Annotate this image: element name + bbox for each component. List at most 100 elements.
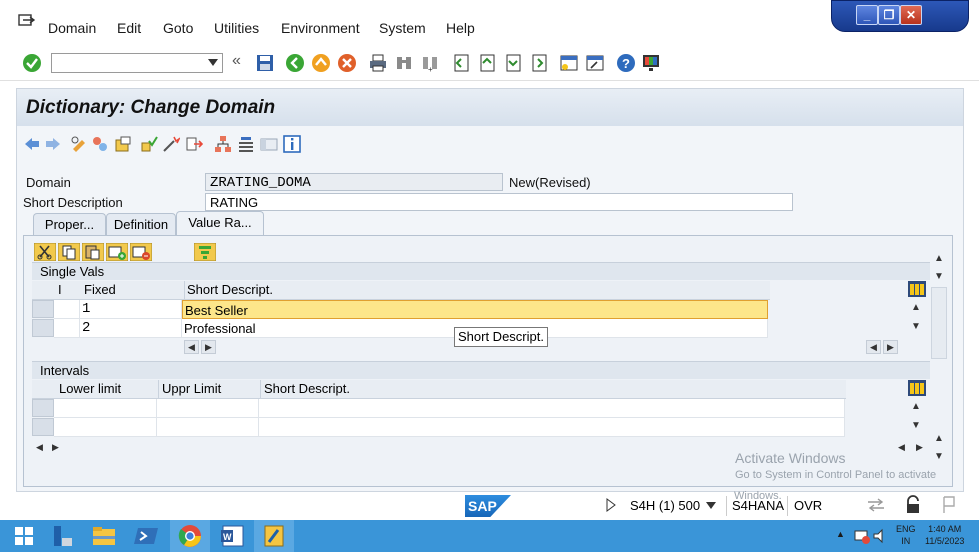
help-icon[interactable]: ?: [616, 53, 636, 73]
fixed-value-cell[interactable]: 1: [80, 300, 182, 319]
shortcut-icon[interactable]: [585, 53, 605, 73]
sap-menu-icon[interactable]: [18, 14, 36, 30]
indicator-cell[interactable]: [54, 319, 80, 338]
other-object-icon[interactable]: [114, 135, 132, 153]
lower-limit-cell[interactable]: [54, 418, 157, 437]
scroll-down-icon[interactable]: ▼: [931, 270, 947, 284]
chevron-down-icon[interactable]: [706, 502, 716, 510]
scroll-down-icon[interactable]: ▼: [931, 450, 947, 464]
screen-layout-icon[interactable]: [260, 135, 278, 153]
minimize-button[interactable]: _: [856, 5, 878, 25]
menu-domain[interactable]: Domain: [48, 20, 96, 36]
vertical-scrollbar[interactable]: [931, 287, 947, 359]
print-icon[interactable]: [368, 53, 388, 73]
scroll-down-icon[interactable]: ▼: [908, 419, 924, 433]
lower-limit-cell[interactable]: [54, 399, 157, 418]
interval-description-cell[interactable]: [259, 418, 845, 437]
info-icon[interactable]: [283, 135, 301, 153]
scroll-up-icon[interactable]: ▲: [931, 432, 947, 446]
sap-logon-icon[interactable]: [256, 522, 292, 550]
delete-row-icon[interactable]: [130, 243, 152, 261]
menu-utilities[interactable]: Utilities: [214, 20, 259, 36]
clock[interactable]: 1:40 AM 11/5/2023: [925, 523, 964, 547]
tab-definition[interactable]: Definition: [106, 213, 176, 236]
next-page-icon[interactable]: [503, 53, 523, 73]
find-icon[interactable]: [394, 53, 414, 73]
paste-icon[interactable]: [82, 243, 104, 261]
collapse-icon[interactable]: «: [232, 52, 241, 70]
scroll-right-icon[interactable]: ▶: [48, 441, 63, 455]
chrome-icon[interactable]: [172, 522, 208, 550]
word-icon[interactable]: W: [214, 522, 250, 550]
menu-system[interactable]: System: [379, 20, 426, 36]
tab-properties[interactable]: Proper...: [33, 213, 106, 236]
tab-value-range[interactable]: Value Ra...: [176, 211, 264, 237]
scroll-up-icon[interactable]: ▲: [931, 252, 947, 266]
upper-limit-cell[interactable]: [157, 399, 259, 418]
hierarchy-icon[interactable]: [214, 135, 232, 153]
menu-goto[interactable]: Goto: [163, 20, 193, 36]
network-warning-icon[interactable]: [854, 528, 870, 544]
row-selector[interactable]: [32, 418, 54, 436]
exit-icon[interactable]: [311, 53, 331, 73]
cut-icon[interactable]: [34, 243, 56, 261]
back-arrow-icon[interactable]: [23, 135, 41, 153]
last-page-icon[interactable]: [529, 53, 549, 73]
chevron-down-icon[interactable]: [208, 59, 218, 67]
row-selector[interactable]: [32, 399, 54, 417]
customize-layout-icon[interactable]: [641, 53, 661, 73]
check-object-icon[interactable]: [140, 135, 158, 153]
activate-icon[interactable]: [162, 135, 180, 153]
enter-check-icon[interactable]: [22, 53, 42, 73]
pin-icon[interactable]: [940, 495, 958, 515]
upper-limit-cell[interactable]: [157, 418, 259, 437]
find-next-icon[interactable]: +: [420, 53, 440, 73]
forward-arrow-icon[interactable]: [44, 135, 62, 153]
active-inactive-icon[interactable]: [91, 135, 109, 153]
windows-start-icon[interactable]: [6, 522, 42, 550]
transfer-icon[interactable]: [866, 497, 886, 513]
tray-chevron-up-icon[interactable]: ▲: [836, 529, 845, 539]
row-selector[interactable]: [32, 300, 54, 318]
restore-button[interactable]: ❐: [878, 5, 900, 25]
language-indicator[interactable]: ENG IN: [896, 523, 916, 547]
insert-row-icon[interactable]: [106, 243, 128, 261]
powershell-icon[interactable]: [128, 522, 164, 550]
scroll-down-icon[interactable]: ▼: [908, 320, 924, 334]
interval-description-cell[interactable]: [259, 399, 845, 418]
copy-icon[interactable]: [58, 243, 80, 261]
menu-environment[interactable]: Environment: [281, 20, 360, 36]
scroll-left-icon[interactable]: ◀: [32, 441, 47, 455]
description-cell-active[interactable]: Best Seller: [182, 300, 768, 319]
table-settings-icon[interactable]: [908, 281, 926, 297]
row-selector[interactable]: [32, 319, 54, 337]
previous-page-icon[interactable]: [477, 53, 497, 73]
file-explorer-icon[interactable]: [86, 522, 122, 550]
scroll-up-icon[interactable]: ▲: [908, 301, 924, 315]
scroll-right-icon[interactable]: ▶: [201, 340, 216, 354]
first-page-icon[interactable]: [451, 53, 471, 73]
menu-help[interactable]: Help: [446, 20, 475, 36]
scroll-up-icon[interactable]: ▲: [908, 400, 924, 414]
scroll-left-icon[interactable]: ◀: [184, 340, 199, 354]
fixed-value-cell[interactable]: 2: [80, 319, 182, 338]
display-change-icon[interactable]: [70, 135, 88, 153]
scroll-left-icon[interactable]: ◀: [894, 441, 909, 455]
close-button[interactable]: ✕: [900, 5, 922, 25]
menu-edit[interactable]: Edit: [117, 20, 141, 36]
lock-icon[interactable]: [904, 495, 922, 515]
expand-status-icon[interactable]: [606, 498, 616, 512]
server-manager-icon[interactable]: [44, 522, 80, 550]
where-used-icon[interactable]: [185, 135, 203, 153]
back-icon[interactable]: [285, 53, 305, 73]
save-icon[interactable]: [255, 53, 275, 73]
cancel-icon[interactable]: [337, 53, 357, 73]
fixed-values-icon[interactable]: [194, 243, 216, 261]
table-settings-icon[interactable]: [908, 380, 926, 396]
scroll-right-icon[interactable]: ▶: [883, 340, 898, 354]
indicator-cell[interactable]: [54, 300, 80, 319]
scroll-left-icon[interactable]: ◀: [866, 340, 881, 354]
scroll-right-icon[interactable]: ▶: [912, 441, 927, 455]
create-session-icon[interactable]: [559, 53, 579, 73]
documentation-icon[interactable]: [237, 135, 255, 153]
